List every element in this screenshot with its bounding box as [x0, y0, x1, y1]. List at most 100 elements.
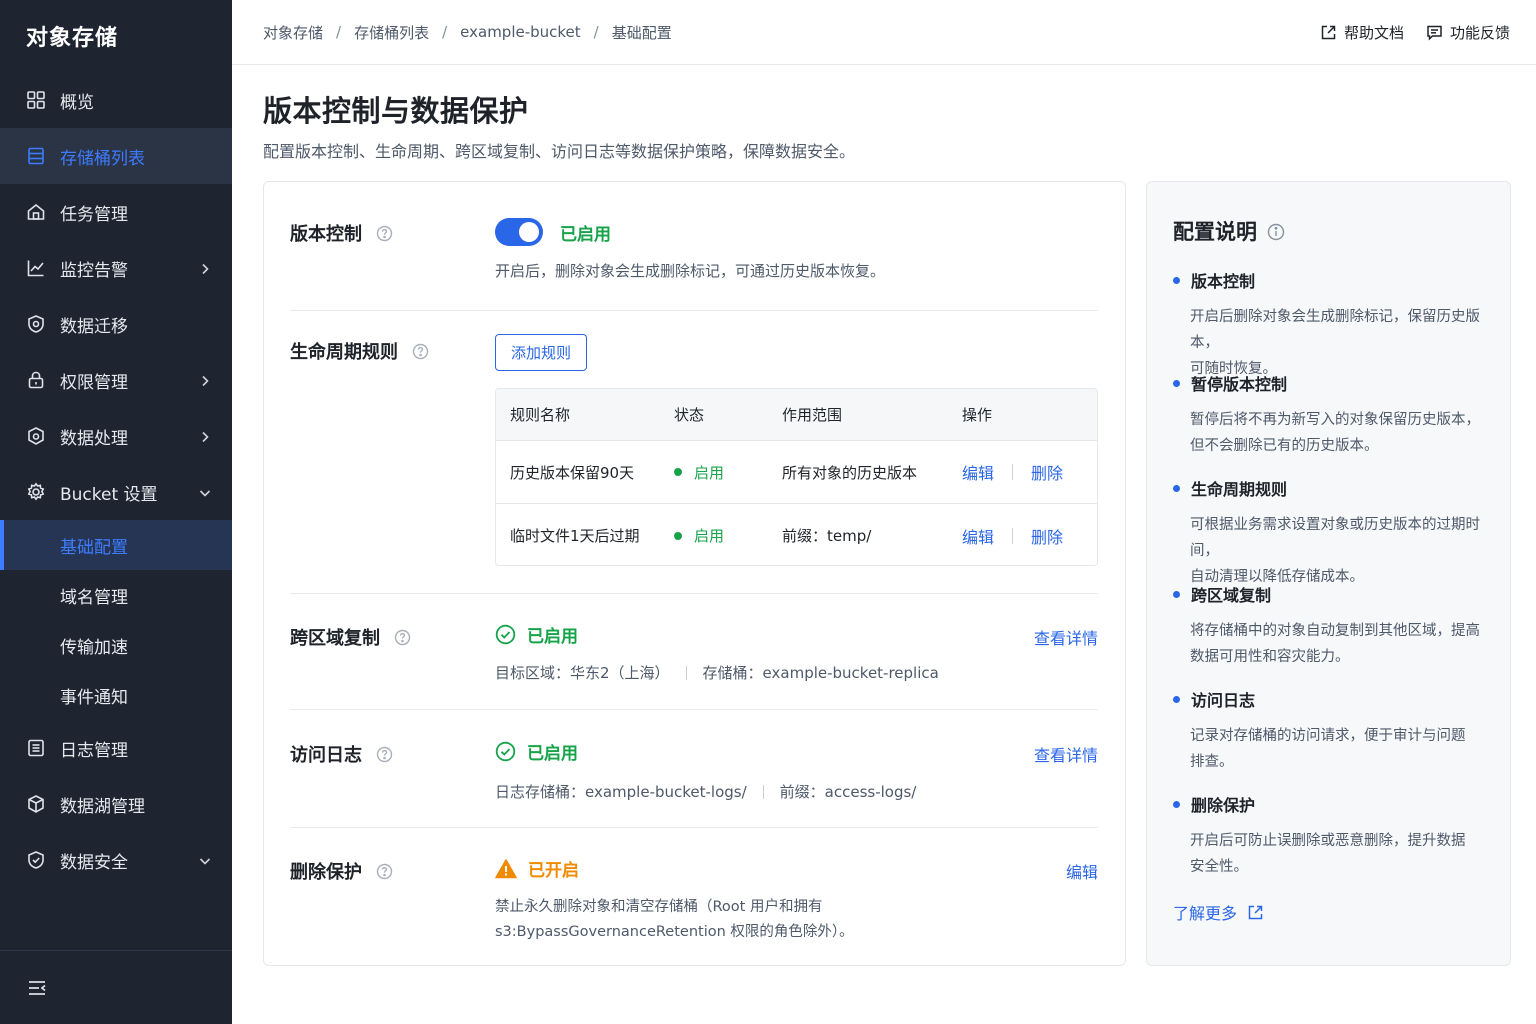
info-tip-line: 暂停后将不再为新写入的对象保留历史版本， [1190, 412, 1480, 428]
replication-details-link[interactable]: 查看详情 [1034, 625, 1098, 649]
sidebar-item-logs[interactable]: 日志管理 [0, 720, 232, 776]
bullet-dot [1173, 695, 1180, 703]
replication-status: 已启用 [527, 627, 578, 647]
column-header: 状态 [674, 406, 705, 424]
sidebar-item-label: 数据安全 [60, 852, 128, 873]
help-circle-icon[interactable] [376, 746, 393, 763]
info-tip-line: 排查。 [1190, 754, 1234, 770]
column-header: 规则名称 [510, 406, 571, 424]
info-tip-line: 数据可用性和容灾能力。 [1190, 649, 1350, 665]
sidebar-item-overview[interactable]: 概览 [0, 72, 232, 128]
sidebar-item-label: 数据迁移 [60, 316, 128, 337]
info-tip: 跨区域复制 将存储桶中的对象自动复制到其他区域，提高 数据可用性和容灾能力。 [1173, 582, 1492, 670]
info-tip-title: 访问日志 [1173, 687, 1492, 711]
info-tip-title-text: 删除保护 [1191, 796, 1256, 815]
info-tip-body: 可根据业务需求设置对象或历史版本的过期时间， 自动清理以降低存储成本。 [1190, 512, 1492, 590]
learn-more-link[interactable]: 了解更多 [1173, 900, 1264, 924]
help-circle-icon[interactable] [412, 343, 429, 360]
sidebar-item-datalake[interactable]: 数据湖管理 [0, 776, 232, 832]
sidebar-item-bucket-list[interactable]: 存储桶列表 [0, 128, 232, 184]
edit-rule-link[interactable]: 编辑 [962, 524, 994, 548]
versioning-toggle[interactable] [495, 218, 543, 246]
collapse-menu-icon[interactable] [26, 977, 48, 999]
rule-actions: 编辑 删除 [962, 460, 1063, 484]
sidebar-subitem-acceleration[interactable]: 传输加速 [0, 620, 232, 670]
sidebar-item-migration[interactable]: 数据迁移 [0, 296, 232, 352]
sidebar-subitem-events[interactable]: 事件通知 [0, 670, 232, 720]
help-docs-label: 帮助文档 [1343, 23, 1404, 42]
sidebar-item-monitoring[interactable]: 监控告警 [0, 240, 232, 296]
sidebar-item-tasks[interactable]: 任务管理 [0, 184, 232, 240]
info-tip-line: 但不会删除已有的历史版本。 [1190, 438, 1379, 454]
bullet-dot [1173, 276, 1180, 284]
rule-actions: 编辑 删除 [962, 524, 1063, 548]
breadcrumb-item[interactable]: 对象存储 [263, 22, 323, 43]
access-log-label: 访问日志 [290, 745, 362, 766]
learn-more-label: 了解更多 [1173, 904, 1238, 923]
chevron-right-icon [198, 261, 212, 275]
action-separator [1012, 527, 1014, 544]
log-prefix: 前缀：access-logs/ [779, 783, 917, 801]
config-card: 版本控制 已启用 开启后，删除对象会生成删除标记，可通过历史版本恢复。 生命周期… [263, 181, 1126, 966]
breadcrumb-item[interactable]: example-bucket [460, 23, 581, 41]
help-circle-icon[interactable] [394, 629, 411, 646]
home-icon [26, 202, 46, 222]
rule-status-text: 启用 [694, 527, 725, 545]
info-tip-body: 将存储桶中的对象自动复制到其他区域，提高 数据可用性和容灾能力。 [1190, 618, 1492, 670]
sidebar-subitem-basic-config[interactable]: 基础配置 [0, 520, 232, 570]
info-tip-body: 开启后可防止误删除或恶意删除，提升数据 安全性。 [1190, 828, 1492, 880]
help-circle-icon[interactable] [376, 225, 393, 242]
external-link-icon [1247, 904, 1264, 921]
help-docs-link[interactable]: 帮助文档 [1320, 22, 1404, 43]
message-icon [1426, 24, 1443, 41]
sidebar-item-processing[interactable]: 数据处理 [0, 408, 232, 464]
info-tip-title-text: 暂停版本控制 [1191, 375, 1288, 394]
info-tip-title-text: 生命周期规则 [1191, 480, 1288, 499]
meta-separator [685, 666, 687, 680]
breadcrumb-item[interactable]: 存储桶列表 [354, 22, 429, 43]
chevron-down-icon [198, 853, 212, 867]
delete-protection-edit-link[interactable]: 编辑 [1066, 859, 1098, 883]
edit-rule-link[interactable]: 编辑 [962, 460, 994, 484]
sidebar-subitem-domain[interactable]: 域名管理 [0, 570, 232, 620]
chart-icon [26, 258, 46, 278]
bullet-dot [1173, 590, 1180, 598]
lifecycle-label: 生命周期规则 [290, 342, 398, 363]
feedback-label: 功能反馈 [1449, 23, 1510, 42]
sidebar-item-security[interactable]: 数据安全 [0, 832, 232, 888]
delete-protection-desc-line: 禁止永久删除对象和清空存储桶（Root 用户和拥有 [495, 899, 823, 915]
divider [290, 827, 1098, 828]
delete-rule-link[interactable]: 删除 [1031, 460, 1063, 484]
sidebar-item-permissions[interactable]: 权限管理 [0, 352, 232, 408]
versioning-toggle-row: 已启用 [495, 218, 1098, 246]
access-log-details-link[interactable]: 查看详情 [1034, 742, 1098, 766]
info-tip-body: 记录对存储桶的访问请求，便于审计与问题 排查。 [1190, 723, 1492, 775]
rule-status-text: 启用 [694, 463, 725, 482]
info-tip-line: 安全性。 [1190, 859, 1248, 875]
info-tip-title: 删除保护 [1173, 792, 1492, 816]
sidebar-item-label: 存储桶列表 [60, 148, 145, 169]
info-tip-title: 跨区域复制 [1173, 582, 1492, 606]
chevron-right-icon [198, 429, 212, 443]
sidebar-item-label: 任务管理 [60, 204, 128, 225]
delete-protection-description: 禁止永久删除对象和清空存储桶（Root 用户和拥有 s3:BypassGover… [495, 895, 1098, 945]
delete-protection-status: 已开启 [528, 861, 579, 881]
replication-body: 已启用 目标区域：华东2（上海） 存储桶：example-bucket-repli… [495, 622, 1098, 683]
rule-scope: 前缀：temp/ [782, 527, 872, 545]
versioning-label-group: 版本控制 [290, 220, 393, 246]
divider [290, 709, 1098, 710]
replication-section: 跨区域复制 已启用 目标区域：华东2（上海） 存储桶：example-bucket… [290, 622, 1098, 702]
info-tip-title-text: 版本控制 [1191, 272, 1256, 291]
divider [290, 310, 1098, 311]
help-circle-icon[interactable] [376, 863, 393, 880]
info-tip: 暂停版本控制 暂停后将不再为新写入的对象保留历史版本， 但不会删除已有的历史版本。 [1173, 371, 1492, 459]
delete-rule-link[interactable]: 删除 [1031, 524, 1063, 548]
breadcrumb-separator: / [336, 23, 342, 41]
add-rule-button[interactable]: 添加规则 [495, 334, 587, 371]
page-description: 配置版本控制、生命周期、跨区域复制、访问日志等数据保护策略，保障数据安全。 [263, 142, 856, 161]
brand-title: 对象存储 [26, 26, 119, 51]
sidebar-item-bucket-settings[interactable]: Bucket 设置 [0, 464, 232, 520]
feedback-link[interactable]: 功能反馈 [1426, 22, 1510, 43]
access-log-status-row: 已启用 [495, 739, 1098, 764]
column-header: 作用范围 [782, 406, 843, 424]
